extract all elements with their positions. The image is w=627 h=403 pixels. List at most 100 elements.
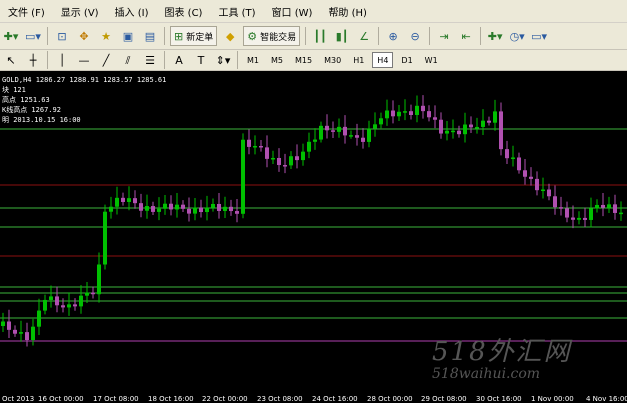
x-axis-label: 29 Oct 08:00 <box>421 395 467 403</box>
new-chart-icon[interactable]: ✚▾ <box>2 26 20 46</box>
candle-body <box>49 296 53 300</box>
menu-file[interactable]: 文件 (F) <box>0 4 53 19</box>
x-axis-label: 30 Oct 16:00 <box>476 395 522 403</box>
candle-body <box>379 118 383 125</box>
separator <box>429 27 431 45</box>
fibonacci-icon[interactable]: ☰ <box>141 50 159 70</box>
candle-body <box>547 189 551 197</box>
candle-body <box>229 206 233 212</box>
chart-shift-icon[interactable]: ⇤ <box>457 26 475 46</box>
navigator-icon[interactable]: ★ <box>97 26 115 46</box>
arrows-icon[interactable]: ⇕▾ <box>214 50 232 70</box>
candle-body <box>361 137 365 142</box>
candle-body <box>205 207 209 213</box>
cursor-icon[interactable]: ↖ <box>2 50 20 70</box>
info-line-5: 明 2013.10.15 16:00 <box>2 116 81 124</box>
menu-insert[interactable]: 插入 (I) <box>107 4 157 19</box>
market-watch-icon[interactable]: ⊡ <box>53 26 71 46</box>
candle-body <box>511 157 515 159</box>
timeframe-m5[interactable]: M5 <box>267 52 287 68</box>
separator <box>305 27 307 45</box>
candle-body <box>277 157 281 166</box>
candle-body <box>403 111 407 113</box>
profiles-icon[interactable]: ▭▾ <box>24 26 42 46</box>
zoom-out-icon[interactable]: ⊖ <box>406 26 424 46</box>
data-window-icon[interactable]: ✥ <box>75 26 93 46</box>
candle-body <box>595 204 599 209</box>
symbol-line: GOLD,H4 1286.27 1288.91 1283.57 1285.61 <box>2 76 167 84</box>
menu-charts[interactable]: 图表 (C) <box>157 4 211 19</box>
x-axis-label: 16 Oct 00:00 <box>38 395 84 403</box>
candle-body <box>43 299 47 311</box>
candle-body <box>247 139 251 147</box>
expert-advisors-button[interactable]: ⚙ 智能交易 <box>243 26 301 46</box>
horizontal-line-icon[interactable]: — <box>75 50 93 70</box>
x-axis-label: 24 Oct 16:00 <box>312 395 358 403</box>
candle-body <box>265 147 269 159</box>
menu-view[interactable]: 显示 (V) <box>53 4 107 19</box>
line-chart-icon[interactable]: ∠ <box>355 26 373 46</box>
candle-body <box>355 135 359 138</box>
auto-scroll-icon[interactable]: ⇥ <box>435 26 453 46</box>
candle-body <box>109 206 113 212</box>
candle-body <box>175 204 179 210</box>
channel-icon[interactable]: ⫽ <box>119 50 137 70</box>
timeframe-m30[interactable]: M30 <box>320 52 345 68</box>
candle-body <box>55 296 59 306</box>
candle-body <box>493 111 497 123</box>
candle-body <box>97 264 101 295</box>
candle-body <box>607 204 611 208</box>
candle-body <box>235 211 239 214</box>
candle-body <box>187 208 191 214</box>
timeframe-m1[interactable]: M1 <box>243 52 263 68</box>
timeframe-h4[interactable]: H4 <box>372 52 394 68</box>
metaeditor-icon[interactable]: ◆ <box>221 26 239 46</box>
crosshair-icon[interactable]: ┼ <box>24 50 42 70</box>
candle-body <box>121 197 125 202</box>
menu-window[interactable]: 窗口 (W) <box>264 4 321 19</box>
candle-body <box>67 304 71 308</box>
candle-body <box>7 321 11 330</box>
expert-advisors-label: 智能交易 <box>260 32 297 43</box>
periods-icon[interactable]: ◷▾ <box>508 26 526 46</box>
new-order-button[interactable]: ⊞ 新定单 <box>170 26 218 46</box>
text-icon[interactable]: A <box>170 50 188 70</box>
timeframe-m15[interactable]: M15 <box>291 52 316 68</box>
candle-body <box>157 208 161 212</box>
x-axis-label: 23 Oct 08:00 <box>257 395 303 403</box>
candle-body <box>349 135 353 137</box>
candle-body <box>427 111 431 118</box>
candle-body <box>301 151 305 161</box>
candle-body <box>439 119 443 134</box>
candle-body <box>31 326 35 341</box>
candle-body <box>61 305 65 308</box>
separator <box>480 27 482 45</box>
bar-chart-icon[interactable]: ┃┃ <box>311 26 329 46</box>
candle-body <box>319 125 323 140</box>
trendline-icon[interactable]: ╱ <box>97 50 115 70</box>
timeframe-w1[interactable]: W1 <box>421 52 442 68</box>
indicators-icon[interactable]: ✚▾ <box>486 26 504 46</box>
menu-help[interactable]: 帮助 (H) <box>320 4 375 19</box>
candle-body <box>217 203 221 211</box>
templates-icon[interactable]: ▭▾ <box>530 26 548 46</box>
menu-tools[interactable]: 工具 (T) <box>210 4 263 19</box>
strategy-tester-icon[interactable]: ▤ <box>141 26 159 46</box>
timeframe-d1[interactable]: D1 <box>397 52 416 68</box>
separator <box>164 27 165 45</box>
candle-body <box>613 204 617 213</box>
zoom-in-icon[interactable]: ⊕ <box>384 26 402 46</box>
candle-body <box>133 198 137 204</box>
separator <box>164 51 165 69</box>
timeframe-h1[interactable]: H1 <box>349 52 368 68</box>
candle-body <box>73 304 77 307</box>
candle-body <box>451 130 455 133</box>
terminal-icon[interactable]: ▣ <box>119 26 137 46</box>
candle-body <box>1 321 5 326</box>
candlestick-icon[interactable]: ▮┃ <box>333 26 351 46</box>
vertical-line-icon[interactable]: │ <box>53 50 71 70</box>
candle-body <box>523 170 527 177</box>
candle-body <box>535 178 539 191</box>
candle-body <box>409 111 413 115</box>
text-label-icon[interactable]: T <box>192 50 210 70</box>
